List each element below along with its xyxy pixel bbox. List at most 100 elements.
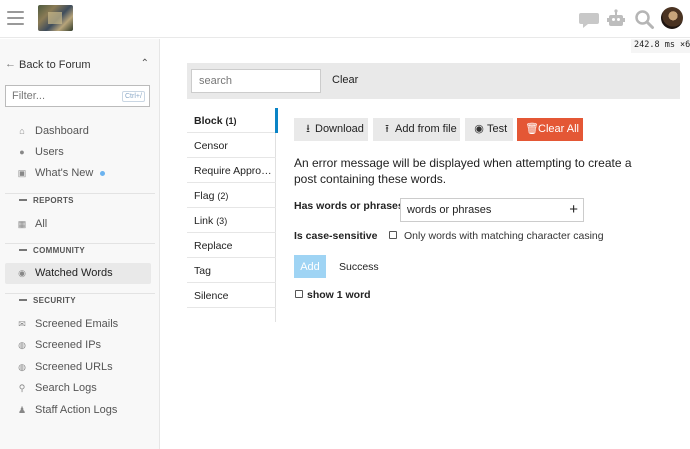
tab-silence[interactable]: Silence xyxy=(187,283,276,308)
search-icon: ⚲ xyxy=(18,383,26,393)
plus-icon[interactable]: + xyxy=(569,201,578,218)
tab-label: Replace xyxy=(194,240,233,252)
sidebar-item-dashboard[interactable]: ⌂ Dashboard xyxy=(5,121,151,142)
clear-all-label: Clear All xyxy=(538,123,579,135)
globe-icon: ◍ xyxy=(18,340,26,350)
search-input[interactable] xyxy=(191,69,321,93)
home-icon: ⌂ xyxy=(19,126,25,136)
sidebar-item-staff-action-logs[interactable]: ♟ Staff Action Logs xyxy=(5,400,151,421)
sidebar-item-screened-ips[interactable]: ◍ Screened IPs xyxy=(5,335,151,356)
tab-count: (3) xyxy=(216,216,228,226)
sidebar-item-whats-new[interactable]: ▣ What's New xyxy=(5,163,151,184)
section-divider xyxy=(5,293,155,294)
section-security[interactable]: SECURITY xyxy=(5,293,155,311)
success-message: Success xyxy=(339,261,379,273)
sidebar-item-screened-emails[interactable]: ✉ Screened Emails xyxy=(5,314,151,335)
robot-icon[interactable] xyxy=(605,8,627,30)
sidebar-item-label: Screened URLs xyxy=(35,361,113,373)
sidebar-item-label: All xyxy=(35,218,48,230)
test-label: Test xyxy=(487,123,508,135)
add-button[interactable]: Add xyxy=(294,255,326,278)
filter-shortcut-hint: Ctrl+/ xyxy=(122,91,145,102)
sidebar-item-label: Dashboard xyxy=(35,125,89,137)
sidebar-item-label: What's New xyxy=(35,167,94,179)
sidebar-item-label: Staff Action Logs xyxy=(35,404,118,416)
eye-icon: ◉ xyxy=(18,268,26,278)
add-from-file-label: Add from file xyxy=(395,123,457,135)
tab-label: Censor xyxy=(194,140,228,152)
section-label: REPORTS xyxy=(33,196,74,205)
chat-icon[interactable] xyxy=(578,8,600,30)
site-logo[interactable] xyxy=(38,5,73,31)
tab-label: Require Appro… xyxy=(194,165,272,177)
section-reports[interactable]: REPORTS xyxy=(5,193,155,211)
sidebar-item-search-logs[interactable]: ⚲ Search Logs xyxy=(5,378,151,399)
gift-icon: ▣ xyxy=(17,168,27,178)
action-tabs: Block (1) Censor Require Appro… Flag (2)… xyxy=(187,108,278,322)
sidebar-item-all[interactable]: ▦ All xyxy=(5,214,151,235)
sidebar-item-label: Watched Words xyxy=(35,267,113,279)
chevron-up-icon[interactable]: ⌃ xyxy=(141,58,149,69)
words-input-value: words or phrases xyxy=(407,204,492,216)
section-label: SECURITY xyxy=(33,296,76,305)
section-divider xyxy=(5,193,155,194)
tab-label: Flag xyxy=(194,190,215,202)
trash-icon: 🗑 xyxy=(525,123,539,135)
download-icon: ⭳ xyxy=(306,123,310,135)
user-shield-icon: ♟ xyxy=(17,405,27,415)
download-button[interactable]: ⭳ Download xyxy=(294,118,368,141)
back-to-forum-label: Back to Forum xyxy=(19,59,91,71)
case-sensitive-checkbox[interactable] xyxy=(389,231,397,239)
show-words-label[interactable]: show 1 word xyxy=(307,289,371,301)
tab-count: (2) xyxy=(217,191,229,201)
tab-replace[interactable]: Replace xyxy=(187,233,276,258)
tab-censor[interactable]: Censor xyxy=(187,133,276,158)
words-field-label: Has words or phrases xyxy=(294,200,404,212)
section-community[interactable]: COMMUNITY xyxy=(5,243,155,261)
hamburger-icon[interactable] xyxy=(7,11,24,25)
tab-label: Block xyxy=(194,115,223,127)
tab-link[interactable]: Link (3) xyxy=(187,208,276,233)
sidebar: ← Back to Forum ⌃ Ctrl+/ ⌂ Dashboard ● U… xyxy=(0,39,160,449)
new-indicator-dot xyxy=(100,171,105,176)
tab-flag[interactable]: Flag (2) xyxy=(187,183,276,208)
upload-icon: ⭱ xyxy=(385,123,389,135)
sidebar-item-users[interactable]: ● Users xyxy=(5,142,151,163)
minus-icon xyxy=(19,299,27,301)
action-description: An error message will be displayed when … xyxy=(294,156,632,186)
timing-badge[interactable]: 242.8 ms ×6 xyxy=(631,39,690,53)
sidebar-item-label: Users xyxy=(35,146,64,158)
clear-search-button[interactable]: Clear xyxy=(328,72,362,88)
back-to-forum-link[interactable]: ← Back to Forum ⌃ xyxy=(5,58,155,74)
section-divider xyxy=(5,243,155,244)
search-icon[interactable] xyxy=(633,8,655,30)
test-button[interactable]: ◉ Test xyxy=(465,118,513,141)
tab-tag[interactable]: Tag xyxy=(187,258,276,283)
sidebar-item-label: Screened IPs xyxy=(35,339,102,351)
sidebar-item-watched-words[interactable]: ◉ Watched Words xyxy=(5,263,151,284)
top-header xyxy=(0,0,690,38)
tab-require-approval[interactable]: Require Appro… xyxy=(187,158,276,183)
add-from-file-button[interactable]: ⭱ Add from file xyxy=(373,118,460,141)
words-input[interactable]: words or phrases + xyxy=(400,198,584,222)
sidebar-item-label: Screened Emails xyxy=(35,318,119,330)
sidebar-item-screened-urls[interactable]: ◍ Screened URLs xyxy=(5,357,151,378)
tab-count: (1) xyxy=(225,116,237,126)
chart-icon: ▦ xyxy=(17,219,27,229)
minus-icon xyxy=(19,249,27,251)
tab-label: Silence xyxy=(194,290,229,302)
case-sensitive-option-label: Only words with matching character casin… xyxy=(404,230,604,242)
avatar[interactable] xyxy=(661,7,683,29)
section-label: COMMUNITY xyxy=(33,246,86,255)
tab-block[interactable]: Block (1) xyxy=(187,108,278,133)
clear-all-button[interactable]: 🗑 Clear All xyxy=(517,118,583,141)
show-words-checkbox[interactable] xyxy=(295,290,303,298)
users-icon: ● xyxy=(19,147,25,157)
minus-icon xyxy=(19,199,27,201)
globe-icon: ◍ xyxy=(18,362,26,372)
envelope-icon: ✉ xyxy=(18,319,26,329)
tab-label: Link xyxy=(194,215,214,227)
download-label: Download xyxy=(315,123,364,135)
tab-label: Tag xyxy=(194,265,211,277)
eye-icon: ◉ xyxy=(474,123,484,135)
